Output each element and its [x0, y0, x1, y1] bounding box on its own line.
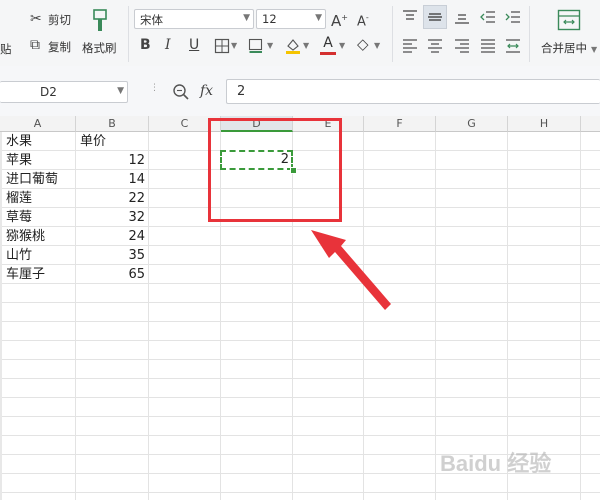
- arrow-shape: [311, 230, 391, 310]
- annotation-arrow: [311, 230, 391, 310]
